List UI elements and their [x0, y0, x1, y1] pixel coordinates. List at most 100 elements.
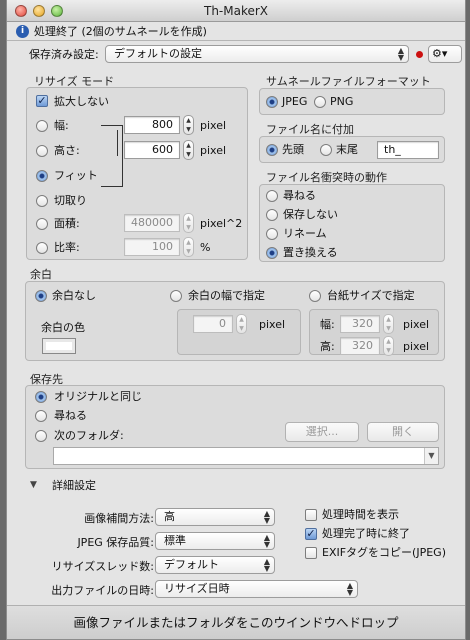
crop-radio[interactable]	[36, 195, 48, 207]
area-radio[interactable]	[36, 218, 48, 230]
jpeg-quality-value: 標準	[164, 534, 186, 547]
app-window: Th-MakerX i 処理終了 (2個のサムネールを作成) 保存済み設定: デ…	[6, 0, 466, 640]
dest-ask-label: 尋ねる	[54, 409, 87, 422]
select-folder-button[interactable]: 選択...	[285, 422, 359, 442]
png-radio[interactable]	[314, 96, 326, 108]
margin-section-title: 余白	[30, 268, 52, 281]
margin-board-radio[interactable]	[309, 290, 321, 302]
margin-color-well[interactable]	[42, 338, 76, 354]
fit-radio[interactable]	[36, 170, 48, 182]
dest-same-label: オリジナルと同じ	[54, 390, 142, 403]
board-height-stepper[interactable]: ▲ ▼	[383, 336, 394, 356]
margin-board-label: 台紙サイズで指定	[327, 289, 415, 302]
preset-select[interactable]: デフォルトの設定 ▲ ▼	[105, 45, 409, 63]
chevron-down-icon[interactable]: ▼	[424, 448, 438, 464]
format-section-title: サムネールファイルフォーマット	[266, 75, 431, 88]
record-dot-icon	[416, 51, 423, 58]
conflict-ask-label: 尋ねる	[283, 189, 316, 202]
gear-menu-button[interactable]: ⚙▾	[428, 45, 462, 63]
updown-arrows-icon: ▲ ▼	[397, 46, 404, 62]
threads-value: デフォルト	[164, 558, 219, 571]
conflict-rename-label: リネーム	[283, 227, 327, 240]
conflict-section-title: ファイル名衝突時の動作	[266, 171, 387, 184]
updown-arrows-icon: ▲ ▼	[263, 533, 270, 549]
dest-folder-radio[interactable]	[35, 430, 47, 442]
board-height-field[interactable]: 320	[340, 337, 380, 355]
dest-ask-radio[interactable]	[35, 410, 47, 422]
area-field[interactable]: 480000	[124, 214, 180, 232]
jpeg-label: JPEG	[282, 95, 308, 108]
width-stepper[interactable]: ▲ ▼	[183, 115, 194, 135]
ratio-stepper[interactable]: ▲ ▼	[183, 237, 194, 257]
prefix-radio[interactable]	[266, 144, 278, 156]
updown-arrows-icon: ▲ ▼	[263, 557, 270, 573]
suffix-label: 末尾	[336, 143, 358, 156]
board-width-field[interactable]: 320	[340, 315, 380, 333]
open-folder-button[interactable]: 開く	[367, 422, 439, 442]
updown-arrows-icon: ▲ ▼	[263, 509, 270, 525]
interp-select[interactable]: 高 ▲ ▼	[155, 508, 275, 526]
output-date-select[interactable]: リサイズ日時 ▲ ▼	[155, 580, 358, 598]
fit-label: フィット	[54, 169, 98, 182]
suffix-text-field[interactable]: th_	[377, 141, 439, 159]
height-radio[interactable]	[36, 145, 48, 157]
ratio-field[interactable]: 100	[124, 238, 180, 256]
folder-path-combo[interactable]: ▼	[53, 447, 439, 465]
margin-width-field[interactable]: 0	[193, 315, 233, 333]
quit-on-done-label: 処理完了時に終了	[322, 527, 410, 540]
height-stepper[interactable]: ▲ ▼	[183, 140, 194, 160]
suffix-radio[interactable]	[320, 144, 332, 156]
ratio-radio[interactable]	[36, 242, 48, 254]
area-stepper[interactable]: ▲ ▼	[183, 213, 194, 233]
height-field[interactable]: 600	[124, 141, 180, 159]
quit-on-done-checkbox[interactable]: ✓	[305, 528, 317, 540]
width-unit: pixel	[200, 119, 227, 132]
updown-arrows-icon: ▲ ▼	[346, 581, 353, 597]
bracket-line	[117, 130, 118, 156]
threads-label: リサイズスレッド数:	[51, 560, 154, 573]
disclosure-triangle-icon[interactable]: ▼	[30, 480, 37, 490]
margin-width-unit: pixel	[259, 318, 286, 331]
board-height-label: 高:	[320, 340, 335, 353]
status-text: 処理終了 (2個のサムネールを作成)	[34, 25, 207, 38]
dest-folder-label: 次のフォルダ:	[54, 429, 124, 442]
ratio-unit: %	[200, 241, 211, 254]
jpeg-quality-label: JPEG 保存品質:	[77, 536, 154, 549]
conflict-rename-radio[interactable]	[266, 228, 278, 240]
interp-value: 高	[164, 510, 175, 523]
margin-color-label: 余白の色	[41, 321, 85, 334]
threads-select[interactable]: デフォルト ▲ ▼	[155, 556, 275, 574]
margin-none-label: 余白なし	[52, 289, 96, 302]
suffix-section-title: ファイル名に付加	[266, 123, 354, 136]
margin-width-radio[interactable]	[170, 290, 182, 302]
dest-same-radio[interactable]	[35, 391, 47, 403]
conflict-replace-label: 置き換える	[283, 246, 338, 259]
no-enlarge-checkbox[interactable]: ✓	[36, 95, 48, 107]
copy-exif-label: EXIFタグをコピー(JPEG)	[322, 546, 446, 559]
preset-label: 保存済み設定:	[29, 48, 99, 61]
drop-hint-text: 画像ファイルまたはフォルダをこのウインドウへドロップ	[73, 615, 399, 630]
jpeg-radio[interactable]	[266, 96, 278, 108]
ratio-label: 比率:	[54, 241, 80, 254]
title-bar: Th-MakerX	[7, 0, 465, 22]
jpeg-quality-select[interactable]: 標準 ▲ ▼	[155, 532, 275, 550]
width-field[interactable]: 800	[124, 116, 180, 134]
height-unit: pixel	[200, 144, 227, 157]
copy-exif-checkbox[interactable]	[305, 547, 317, 559]
board-width-label: 幅:	[320, 318, 335, 331]
png-label: PNG	[330, 95, 354, 108]
preset-value: デフォルトの設定	[114, 47, 202, 60]
show-time-label: 処理時間を表示	[322, 508, 399, 521]
output-date-value: リサイズ日時	[164, 582, 230, 595]
margin-width-stepper[interactable]: ▲ ▼	[236, 314, 247, 334]
margin-none-radio[interactable]	[35, 290, 47, 302]
show-time-checkbox[interactable]	[305, 509, 317, 521]
conflict-replace-radio[interactable]	[266, 247, 278, 259]
interp-label: 画像補間方法:	[84, 512, 154, 525]
conflict-skip-radio[interactable]	[266, 209, 278, 221]
conflict-ask-radio[interactable]	[266, 190, 278, 202]
board-width-stepper[interactable]: ▲ ▼	[383, 314, 394, 334]
width-radio[interactable]	[36, 120, 48, 132]
output-date-label: 出力ファイルの日時:	[51, 584, 154, 597]
width-label: 幅:	[54, 119, 69, 132]
